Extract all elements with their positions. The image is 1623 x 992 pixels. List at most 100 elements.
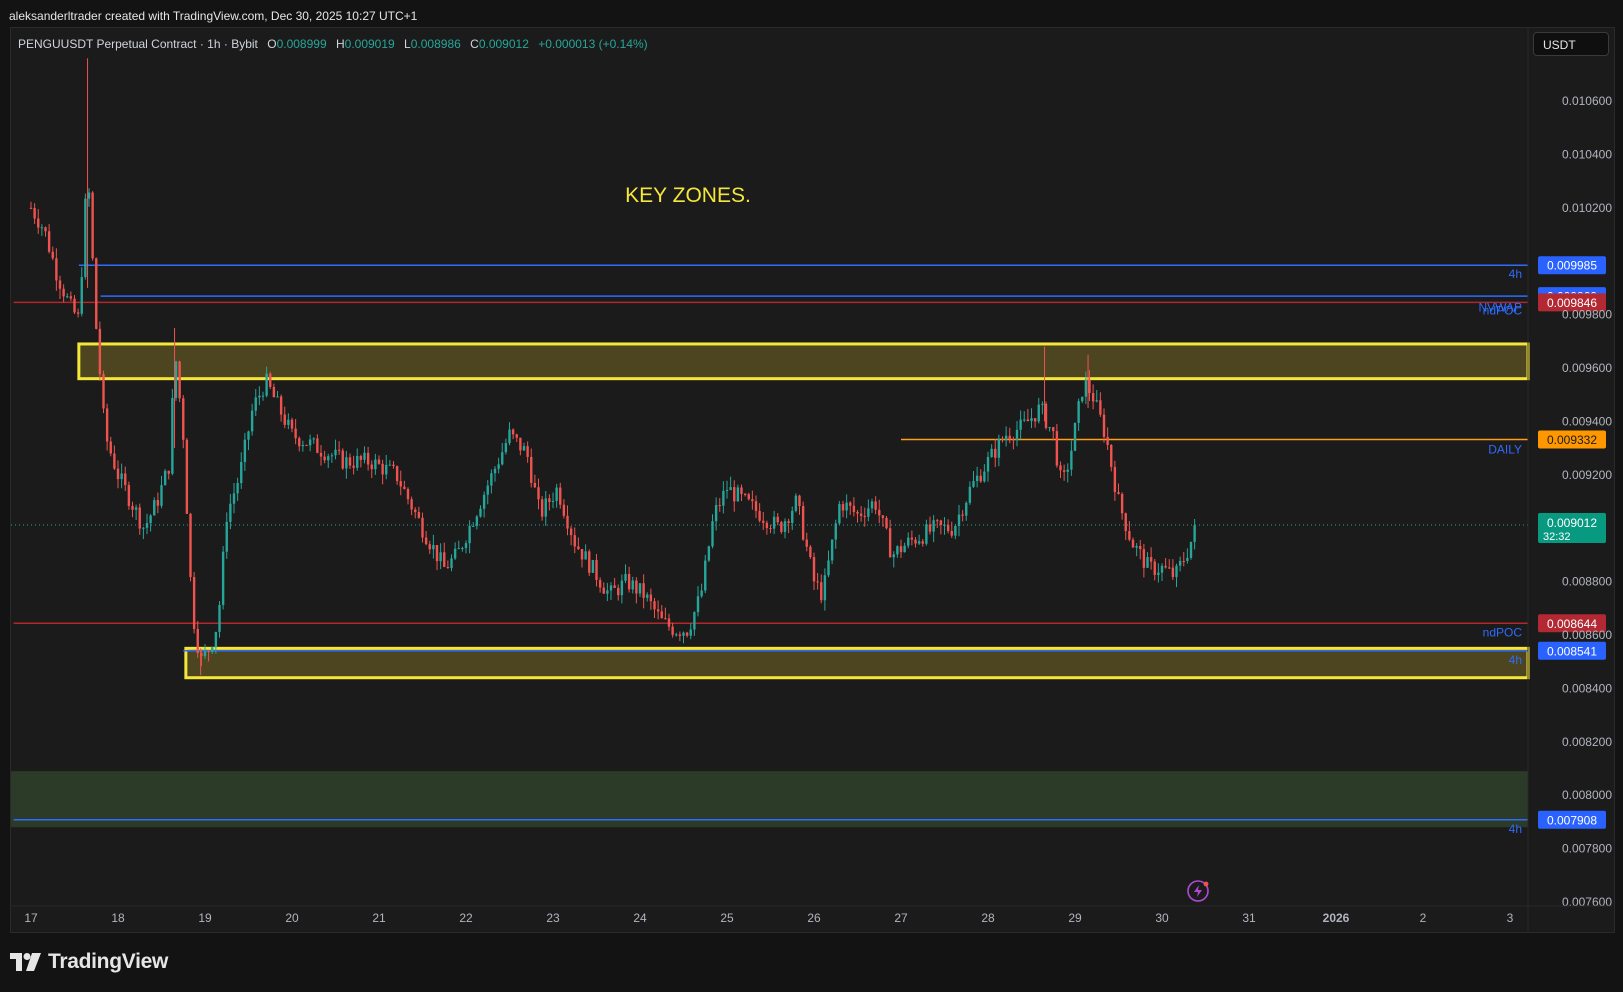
candle-body <box>229 503 232 522</box>
footer-brand[interactable]: TradingView <box>10 950 168 974</box>
candle-body <box>776 516 779 523</box>
candle-body <box>907 537 910 546</box>
candle-body <box>55 258 58 281</box>
y-tick-label: 0.008000 <box>1562 788 1612 802</box>
candle-body <box>457 548 460 550</box>
candle-body <box>243 439 247 463</box>
key-zones-layer <box>11 342 1530 828</box>
candle-body <box>102 374 105 409</box>
candle-body <box>1102 414 1106 437</box>
candle-body <box>207 650 210 653</box>
candle-body <box>921 541 924 544</box>
lightning-icon[interactable] <box>1187 880 1209 902</box>
tradingview-logo-icon <box>10 953 41 971</box>
candle-body <box>1124 513 1127 532</box>
candle-body <box>736 487 740 502</box>
candle-body <box>461 547 464 549</box>
candle-body <box>747 494 750 500</box>
candle-body <box>972 481 975 487</box>
candle-body <box>493 468 497 474</box>
candle-body <box>406 488 410 500</box>
candle-body <box>1120 493 1124 514</box>
candle-body <box>544 498 547 517</box>
candle-body <box>501 452 504 465</box>
candle-body <box>370 464 373 470</box>
brand-name: TradingView <box>48 950 169 973</box>
candle-body <box>1084 379 1088 397</box>
candle-body <box>1135 545 1138 548</box>
candle-body <box>631 580 634 590</box>
candle-body <box>250 410 254 432</box>
symbol-title[interactable]: PENGUUSDT Perpetual Contract · 1h · Bybi… <box>18 37 258 51</box>
candle-body <box>1044 403 1048 428</box>
y-tick-label: 0.008400 <box>1562 681 1612 695</box>
candle-body <box>171 397 174 474</box>
candle-body <box>62 288 65 297</box>
candle-body <box>1178 560 1182 566</box>
candle-body <box>1193 525 1196 542</box>
candle-body <box>671 626 674 635</box>
candle-body <box>1182 560 1185 562</box>
candle-body <box>1066 469 1069 472</box>
candle-body <box>410 499 413 510</box>
candle-body <box>830 539 834 561</box>
x-tick-label: 28 <box>981 911 995 925</box>
candle-body <box>33 207 36 219</box>
candle-body <box>163 470 167 486</box>
candle-body <box>961 514 964 516</box>
candle-body <box>805 539 808 547</box>
candle-body <box>783 521 787 532</box>
currency-button[interactable]: USDT <box>1533 32 1609 56</box>
candle-body <box>134 507 138 510</box>
chart-title: KEY ZONES. <box>625 184 751 207</box>
candle-body <box>363 452 366 460</box>
candle-body <box>928 524 932 532</box>
candle-body <box>153 500 156 516</box>
demand-zone-3[interactable] <box>11 771 1528 828</box>
candle-body <box>1012 439 1015 441</box>
candle-body <box>98 328 102 375</box>
candle-body <box>414 509 417 513</box>
candle-body <box>859 513 863 516</box>
candle-body <box>334 449 337 456</box>
candle-body <box>511 429 515 435</box>
candle-body <box>149 515 152 524</box>
candle-body <box>214 631 218 648</box>
candle-body <box>954 525 957 536</box>
candle-body <box>758 510 761 521</box>
candle-body <box>1088 379 1091 394</box>
candle-body <box>696 596 700 613</box>
candle-body <box>566 515 569 529</box>
candle-body <box>1004 435 1008 440</box>
candle-body <box>515 434 518 438</box>
candle-body <box>44 227 47 232</box>
candle-body <box>580 549 584 560</box>
candle-body <box>801 506 805 540</box>
candle-body <box>740 487 743 494</box>
candle-body <box>624 573 627 581</box>
candle-body <box>443 552 446 567</box>
candle-body <box>1142 549 1146 568</box>
candle-body <box>609 585 613 591</box>
key-zone-2[interactable] <box>184 646 1530 680</box>
candle-body <box>595 560 598 581</box>
key-zone-1[interactable] <box>77 342 1530 381</box>
candle-body <box>138 507 141 529</box>
candle-body <box>943 524 946 526</box>
level-badge-6: 0.008541 <box>1547 644 1597 658</box>
candle-body <box>965 502 968 516</box>
candle-body <box>142 527 145 529</box>
candle-body <box>834 523 837 540</box>
candle-body <box>504 443 508 453</box>
candle-body <box>845 502 848 511</box>
candle-body <box>689 629 692 636</box>
x-tick-label: 3 <box>1507 911 1514 925</box>
candle-body <box>174 361 178 398</box>
candle-body <box>392 464 395 467</box>
candle-body <box>298 438 301 447</box>
candle-body <box>892 554 895 558</box>
candle-body <box>308 439 312 446</box>
candle-body <box>693 612 696 630</box>
candle-body <box>653 601 656 610</box>
price-chart[interactable]: 4h0.0099850.009869NVWAP0.009846DAILY0.00… <box>0 0 1623 992</box>
